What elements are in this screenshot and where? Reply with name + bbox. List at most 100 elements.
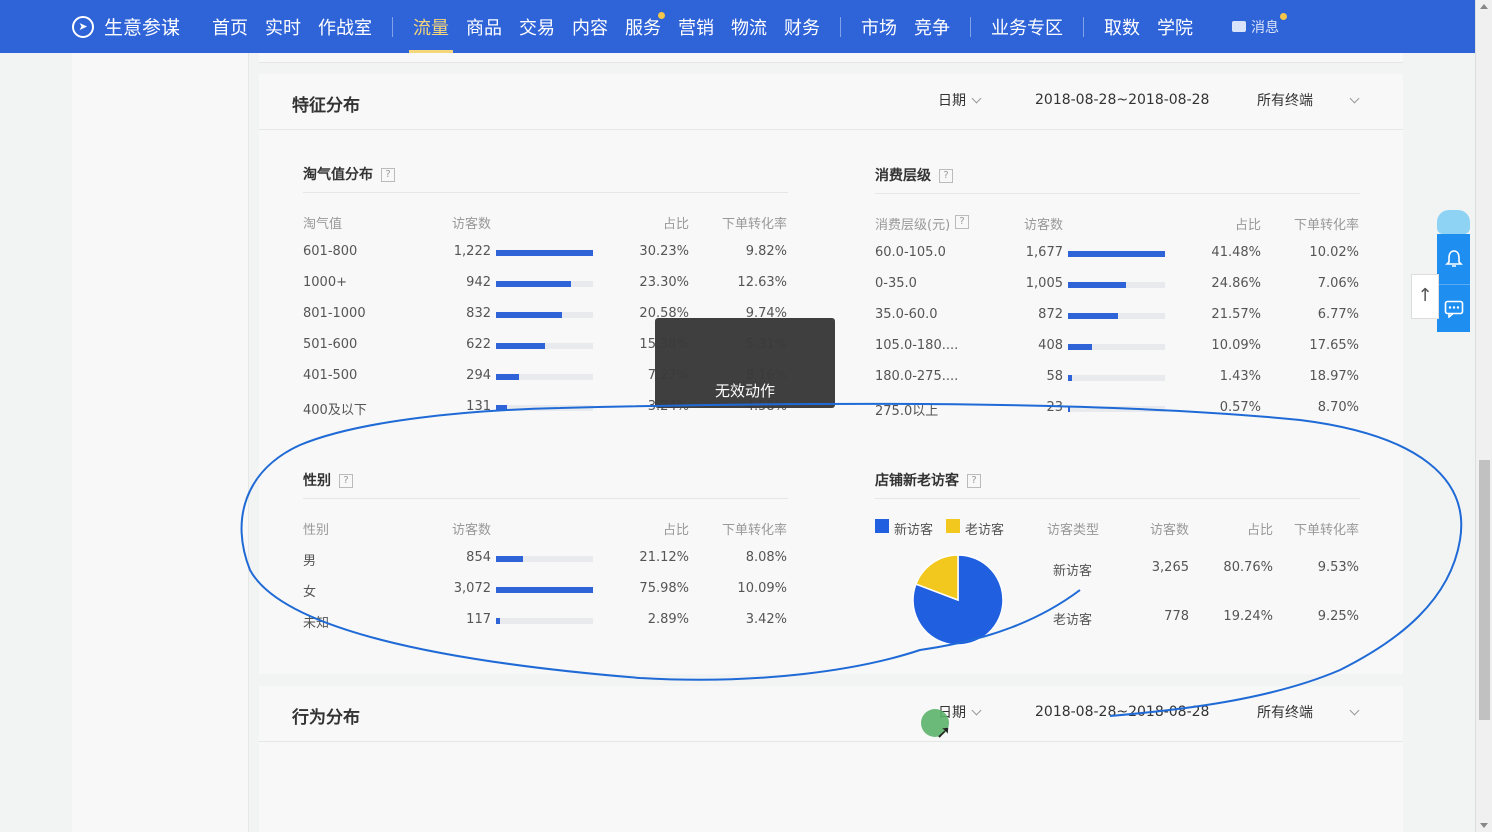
message-button[interactable]: 消息 (1232, 12, 1287, 37)
taoqi-title-text: 淘气值分布 (303, 167, 373, 183)
mail-icon (1232, 21, 1246, 32)
nav-item[interactable]: 商品 (466, 0, 502, 53)
ratio-value: 0.57% (1219, 400, 1261, 415)
row-label: 275.0以上 (875, 404, 939, 419)
ratio-bar-fill (496, 618, 500, 624)
ratio-bar-fill (496, 312, 562, 318)
scroll-up-icon[interactable] (1480, 4, 1488, 9)
chat-button[interactable] (1437, 284, 1470, 332)
notification-button[interactable] (1437, 234, 1470, 284)
row-label: 35.0-60.0 (875, 307, 938, 322)
ratio-value: 19.24% (1223, 609, 1273, 624)
gender-title-text: 性别 (303, 473, 331, 489)
column-header: 访客数 (451, 523, 491, 538)
nav-separator (1083, 16, 1084, 37)
legend-new-visitors: 新访客 (894, 523, 934, 538)
row-label: 0-35.0 (875, 276, 917, 291)
visitor-count: 294 (466, 368, 491, 383)
nav-item[interactable]: 作战室 (318, 0, 372, 53)
nav-item[interactable]: 财务 (784, 0, 820, 53)
chevron-down-icon (1349, 93, 1360, 104)
conversion-rate: 17.65% (1309, 338, 1359, 353)
conversion-rate: 8.70% (1317, 400, 1359, 415)
nav-item[interactable]: 首页 (212, 0, 248, 53)
terminal-dropdown[interactable]: 所有终端 (1257, 90, 1360, 110)
terminal-dropdown[interactable]: 所有终端 (1257, 702, 1360, 722)
ratio-bar-fill (1068, 282, 1127, 288)
ratio-value: 30.23% (639, 244, 689, 259)
conversion-rate: 6.77% (1317, 307, 1359, 322)
column-header: 访客数 (1023, 218, 1063, 233)
visitor-count: 1,005 (1025, 276, 1063, 291)
chevron-down-icon (1349, 705, 1360, 716)
scroll-down-icon[interactable] (1480, 823, 1488, 828)
ratio-bar-fill (496, 250, 593, 256)
date-range[interactable]: 2018-08-28~2018-08-28 (1035, 92, 1209, 108)
section-divider (875, 193, 1360, 194)
nav-item[interactable]: 营销 (678, 0, 714, 53)
visitor-count: 23 (1046, 400, 1063, 415)
date-dropdown[interactable]: 日期 (938, 90, 982, 110)
ratio-bar-fill (1068, 406, 1070, 412)
column-header: 占比 (662, 523, 689, 538)
back-to-top-button[interactable]: ↑ (1411, 274, 1439, 319)
nav-item[interactable]: 实时 (265, 0, 301, 53)
ratio-value: 80.76% (1223, 560, 1273, 575)
nav-separator (970, 16, 971, 37)
column-header: 占比 (1234, 218, 1261, 233)
nav-item[interactable]: 服务 (625, 0, 665, 53)
nav-item[interactable]: 流量 (409, 0, 453, 53)
mouse-cursor-icon: ➚ (936, 722, 952, 743)
visitor-count: 58 (1046, 369, 1063, 384)
row-label: 180.0-275.... (875, 369, 959, 384)
row-label: 1000+ (303, 275, 347, 290)
nav-item[interactable]: 内容 (572, 0, 608, 53)
ratio-bar (496, 587, 593, 593)
help-icon[interactable]: ? (967, 474, 981, 488)
page-scrollbar[interactable] (1475, 0, 1492, 832)
help-icon[interactable]: ? (939, 169, 953, 183)
top-nav: ➤ 生意参谋 首页 实时 作战室 流量 商品 交易 内容 服务 营销 物流 财务 市场 竞争 业务专区 取数… (0, 0, 1475, 53)
section-divider (303, 498, 788, 499)
ratio-bar-fill (496, 343, 546, 349)
brand[interactable]: ➤ 生意参谋 (72, 13, 212, 40)
column-header: 访客数 (1149, 523, 1189, 538)
spend-title: 消费层级? (875, 165, 953, 185)
column-header: 性别 (303, 523, 330, 538)
column-header: 下单转化率 (721, 217, 787, 232)
help-icon[interactable]: ? (955, 215, 969, 229)
ratio-bar-fill (496, 281, 571, 287)
scrollbar-thumb[interactable] (1479, 460, 1490, 720)
nav-item[interactable]: 物流 (731, 0, 767, 53)
visitor-count: 622 (466, 337, 491, 352)
taoqi-title: 淘气值分布? (303, 164, 395, 184)
row-label: 未知 (303, 616, 330, 631)
nav-item[interactable]: 竞争 (914, 0, 950, 53)
help-icon[interactable]: ? (339, 474, 353, 488)
ratio-bar (496, 374, 593, 380)
column-header: 消费层级(元) (875, 218, 951, 233)
nav-item[interactable]: 学院 (1157, 0, 1193, 53)
date-range[interactable]: 2018-08-28~2018-08-28 (1035, 704, 1209, 720)
row-label: 新访客 (1053, 564, 1093, 579)
assistant-mascot-icon[interactable] (1437, 210, 1470, 234)
visitor-count: 117 (466, 612, 491, 627)
nav-item[interactable]: 取数 (1104, 0, 1140, 53)
panel-header: 行为分布 日期 2018-08-28~2018-08-28 所有终端 (259, 686, 1403, 742)
ratio-bar (496, 405, 593, 411)
row-label: 105.0-180.... (875, 338, 959, 353)
column-header: 淘气值 (303, 217, 343, 232)
ratio-value: 23.30% (639, 275, 689, 290)
ratio-bar (1068, 375, 1165, 381)
brand-name: 生意参谋 (104, 17, 181, 39)
ratio-value: 1.43% (1219, 369, 1261, 384)
nav-item[interactable]: 市场 (861, 0, 897, 53)
row-label: 老访客 (1053, 613, 1093, 628)
help-icon[interactable]: ? (381, 168, 395, 182)
nav-item[interactable]: 交易 (519, 0, 555, 53)
conversion-rate: 7.06% (1317, 276, 1359, 291)
visitor-count: 1,677 (1025, 245, 1063, 260)
terminal-label: 所有终端 (1257, 93, 1313, 109)
message-label: 消息 (1251, 19, 1279, 36)
nav-item[interactable]: 业务专区 (991, 0, 1063, 53)
